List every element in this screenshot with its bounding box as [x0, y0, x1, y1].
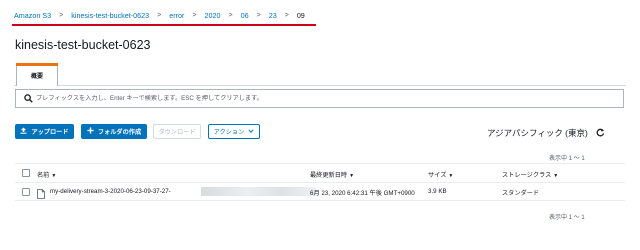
create-folder-label: フォルダの作成	[97, 129, 142, 136]
column-header-name[interactable]: 名前 ▼	[37, 170, 56, 179]
object-name-link[interactable]: my-delivery-stream-3-2020-06-23-09-37-27…	[50, 188, 171, 195]
plus-icon	[87, 127, 94, 136]
breadcrumb-bucket[interactable]: kinesis-test-bucket-0623	[71, 11, 149, 20]
item-count-top: 表示中 1 ～ 1	[549, 156, 585, 162]
region-label: アジアパシフィック (東京)	[487, 128, 588, 138]
sort-down-icon: ▼	[448, 173, 454, 179]
breadcrumb: Amazon S3 > kinesis-test-bucket-0623 > e…	[14, 9, 305, 21]
annotation-underline	[12, 24, 316, 26]
upload-label: アップロード	[31, 129, 69, 136]
tab-overview[interactable]: 概要	[16, 63, 58, 86]
chevron-down-icon	[248, 128, 254, 136]
row-checkbox[interactable]	[22, 188, 30, 196]
breadcrumb-folder-day[interactable]: 23	[269, 11, 277, 20]
sort-down-icon: ▼	[51, 173, 57, 179]
file-icon	[37, 186, 45, 199]
breadcrumb-separator: >	[59, 11, 64, 19]
breadcrumb-separator: >	[228, 11, 233, 19]
breadcrumb-folder-year[interactable]: 2020	[205, 11, 221, 20]
column-header-last-modified[interactable]: 最終更新日時 ▼	[310, 170, 354, 179]
breadcrumb-separator: >	[284, 11, 289, 19]
breadcrumb-folder-hour: 09	[296, 10, 305, 20]
column-size-label: サイズ	[428, 172, 447, 179]
search-box	[15, 89, 624, 108]
column-storage-class-label: ストレージクラス	[502, 172, 552, 179]
breadcrumb-separator: >	[256, 11, 261, 19]
breadcrumb-folder-error[interactable]: error	[169, 11, 184, 20]
download-label: ダウンロード	[158, 129, 196, 136]
breadcrumb-amazon-s3[interactable]: Amazon S3	[14, 11, 51, 20]
storage-class-cell: スタンダード	[502, 190, 540, 197]
last-modified-cell: 6月 23, 2020 6:42:31 午後 GMT+0900	[310, 190, 415, 197]
actions-label: アクション	[213, 129, 245, 136]
sort-down-icon: ▼	[349, 173, 355, 179]
redacted-filename-suffix	[201, 187, 316, 196]
column-header-size[interactable]: サイズ ▼	[428, 170, 453, 179]
actions-dropdown-button[interactable]: アクション	[208, 124, 260, 139]
download-button[interactable]: ダウンロード	[153, 124, 201, 139]
refresh-icon[interactable]	[594, 126, 606, 138]
tab-bar-divider	[14, 85, 626, 86]
upload-icon	[20, 127, 27, 136]
upload-button[interactable]: アップロード	[15, 124, 74, 139]
column-header-storage-class[interactable]: ストレージクラス ▼	[502, 170, 558, 179]
size-cell: 3.9 KB	[428, 188, 447, 195]
create-folder-button[interactable]: フォルダの作成	[81, 124, 147, 139]
column-last-modified-label: 最終更新日時	[310, 172, 348, 179]
search-input[interactable]	[36, 95, 596, 102]
table-header: 名前 ▼ 最終更新日時 ▼ サイズ ▼ ストレージクラス ▼	[15, 163, 625, 183]
sort-down-icon: ▼	[553, 173, 559, 179]
column-name-label: 名前	[37, 172, 50, 179]
table-row: my-delivery-stream-3-2020-06-23-09-37-27…	[15, 183, 625, 201]
breadcrumb-separator: >	[192, 11, 197, 19]
page-title: kinesis-test-bucket-0623	[15, 38, 151, 52]
select-all-checkbox[interactable]	[22, 169, 30, 177]
breadcrumb-separator: >	[157, 11, 162, 19]
item-count-bottom: 表示中 1 ～ 1	[549, 215, 585, 221]
search-icon	[20, 94, 36, 103]
breadcrumb-folder-month[interactable]: 06	[241, 11, 249, 20]
